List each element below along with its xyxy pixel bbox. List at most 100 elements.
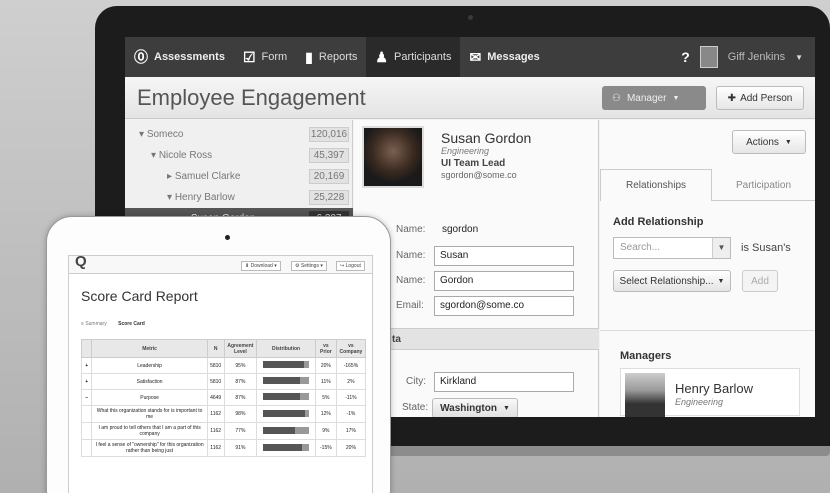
tree-count: 25,228 [309, 189, 349, 205]
distribution-cell [256, 357, 316, 374]
prior-cell: 9% [314, 422, 337, 440]
org-chart-icon: ⚇ [612, 92, 621, 104]
add-relationship-button[interactable]: Add [742, 270, 778, 292]
select-relationship-label: Select Relationship... [619, 275, 714, 287]
tab-relationships[interactable]: Relationships [600, 169, 712, 201]
tablet-topbar: Q ⬇ Download ▾ ⚙ Settings ▾ ↪ Logout [69, 255, 372, 274]
email-field[interactable]: sgordon@some.co [434, 296, 574, 316]
settings-label: Settings [300, 263, 319, 269]
expander-toggle[interactable] [80, 405, 93, 423]
first-name-field[interactable]: Susan [434, 246, 574, 266]
column-header: N [206, 339, 225, 358]
app-logo: Q [75, 255, 87, 270]
expander-toggle[interactable] [80, 439, 93, 457]
tab-participation[interactable]: Participation [712, 169, 815, 201]
distribution-cell [256, 389, 316, 406]
expander-toggle[interactable]: + [80, 373, 93, 390]
company-cell: 2% [335, 373, 367, 390]
user-menu[interactable]: Giff Jenkins [728, 51, 785, 63]
tree-item-samuel-clarke[interactable]: ▸ Samuel Clarke 20,169 [125, 166, 353, 186]
column-header: Metric [91, 339, 208, 358]
tree-item-nicole-ross[interactable]: ▾ Nicole Ross 45,397 [125, 145, 353, 165]
managers-title: Managers [620, 350, 672, 362]
profile-name: Susan Gordon [441, 130, 532, 146]
expander-toggle[interactable] [80, 422, 93, 440]
profile-role: UI Team Lead [441, 158, 506, 169]
n-cell: 1162 [206, 422, 225, 440]
tree-count: 45,397 [309, 147, 349, 163]
last-name-field[interactable]: Gordon [434, 271, 574, 291]
nav-label: Participants [393, 51, 452, 63]
profile-department: Engineering [441, 146, 490, 156]
camera-dot [468, 15, 473, 20]
nav-participants[interactable]: ♟ Participants [366, 37, 461, 77]
tablet-camera [225, 235, 230, 240]
user-avatar[interactable] [699, 46, 718, 68]
prior-cell: -15% [314, 439, 337, 457]
username-label: Name: [396, 224, 426, 235]
help-button[interactable]: ? [681, 49, 690, 65]
distribution-cell [256, 422, 316, 440]
profile-email: sgordon@some.co [441, 170, 517, 180]
manager-button[interactable]: ⚇ Manager ▼ [602, 86, 706, 110]
manager-photo [625, 373, 665, 417]
profile-photo [362, 126, 424, 188]
n-cell: 4649 [206, 389, 225, 406]
distribution-fill [263, 443, 303, 451]
tree-label: ▸ Samuel Clarke [167, 170, 241, 182]
nav-reports[interactable]: ▮ Reports [296, 37, 366, 77]
nav-form[interactable]: ☑ Form [234, 37, 296, 77]
tree-item-someco[interactable]: ▾ Someco 120,016 [125, 124, 353, 144]
agreement-cell: 98% [223, 405, 258, 423]
chevron-down-icon[interactable]: ▼ [712, 238, 730, 258]
table-row[interactable]: I am proud to tell others that I am a pa… [80, 422, 367, 440]
table-row[interactable]: I feel a sense of "ownership" for this o… [80, 439, 367, 457]
city-label: City: [406, 376, 426, 387]
nav-assessments[interactable]: ⓪ Assessments [125, 37, 234, 77]
logout-label: Logout [345, 263, 361, 269]
add-person-button[interactable]: ✚ Add Person [716, 86, 804, 110]
tab-summary[interactable]: ≡ Summary [81, 321, 107, 327]
nav-label: Reports [318, 51, 358, 63]
logout-button[interactable]: ↪ Logout [336, 261, 365, 271]
download-button[interactable]: ⬇ Download ▾ [241, 261, 281, 271]
agreement-cell: 91% [223, 439, 258, 457]
prior-cell: 20% [314, 357, 337, 374]
distribution-fill [263, 393, 300, 400]
tree-item-henry-barlow[interactable]: ▾ Henry Barlow 25,228 [125, 187, 353, 207]
state-select[interactable]: Washington ▼ [432, 398, 518, 417]
table-row[interactable]: + Leadership 5810 95% 20% -165% [80, 357, 367, 374]
settings-button[interactable]: ⚙ Settings ▾ [291, 261, 327, 271]
prior-cell: 11% [314, 373, 337, 390]
agreement-cell: 95% [223, 357, 258, 374]
company-cell: 17% [335, 422, 367, 440]
expander-toggle[interactable]: − [80, 389, 93, 406]
table-row[interactable]: + Satisfaction 5810 87% 11% 2% [80, 373, 367, 390]
expander-toggle[interactable]: + [80, 357, 93, 374]
distribution-bar [263, 377, 310, 384]
n-cell: 1162 [206, 439, 225, 457]
nav-label: Assessments [154, 51, 225, 63]
table-row[interactable]: − Purpose 4649 87% 5% -11% [80, 389, 367, 406]
nav-messages[interactable]: ✉ Messages [460, 37, 548, 77]
distribution-bar [263, 409, 310, 417]
chevron-down-icon: ▼ [672, 94, 680, 102]
tab-score-card[interactable]: Score Card [118, 321, 145, 327]
distribution-fill [263, 377, 300, 384]
chevron-down-icon[interactable]: ▼ [795, 53, 803, 62]
tablet-screen: Q ⬇ Download ▾ ⚙ Settings ▾ ↪ Logout Sco… [68, 255, 373, 493]
manager-card[interactable]: Henry Barlow Engineering [620, 368, 800, 417]
add-relationship-title: Add Relationship [613, 216, 704, 228]
n-cell: 5810 [206, 373, 225, 390]
add-person-label: Add Person [740, 92, 793, 104]
metric-cell: What this organization stands for is imp… [91, 405, 208, 423]
envelope-icon: ✉ [469, 48, 482, 65]
tab-summary-label: Summary [85, 321, 107, 327]
table-row[interactable]: What this organization stands for is imp… [80, 405, 367, 423]
city-field[interactable]: Kirkland [434, 372, 574, 392]
actions-button[interactable]: Actions ▼ [732, 130, 806, 154]
select-relationship-dropdown[interactable]: Select Relationship... ▼ [613, 270, 731, 292]
agreement-cell: 77% [223, 422, 258, 440]
right-panel: Actions ▼ Relationships Participation Ad… [600, 120, 815, 417]
manager-department: Engineering [675, 397, 724, 407]
